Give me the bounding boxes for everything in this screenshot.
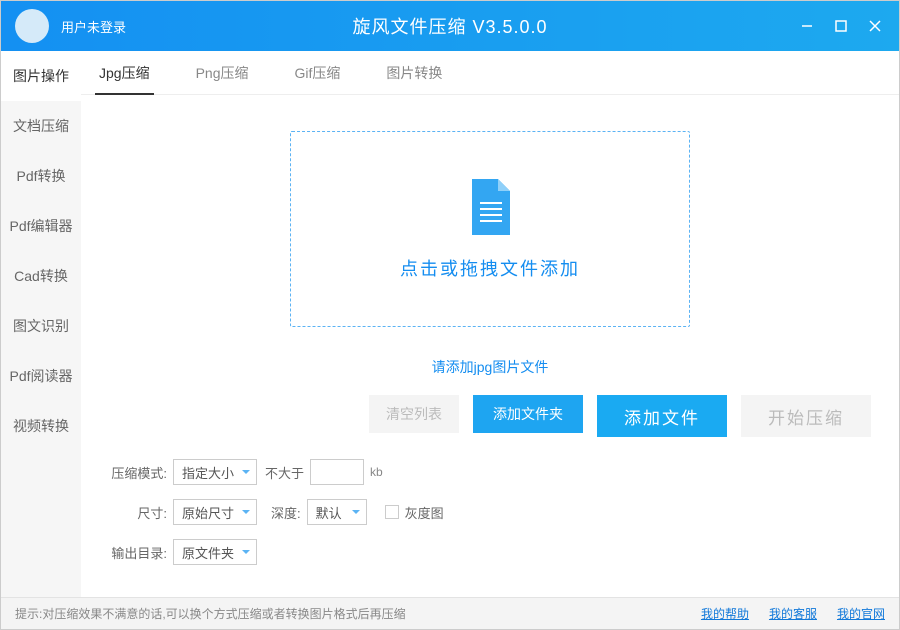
footer-links: 我的帮助 我的客服 我的官网	[701, 605, 885, 622]
add-file-button[interactable]: 添加文件	[597, 395, 727, 437]
lte-label: 不大于	[265, 463, 304, 482]
title-bar: 用户未登录 旋风文件压缩 V3.5.0.0	[1, 1, 899, 51]
maximize-button[interactable]	[833, 18, 849, 34]
size-unit: kb	[370, 465, 383, 479]
compress-controls: 压缩模式: 指定大小 不大于 kb 尺寸: 原始尺寸 深度: 默认 灰度图 输出…	[81, 437, 899, 565]
grayscale-checkbox[interactable]	[385, 505, 399, 519]
dropzone-text: 点击或拖拽文件添加	[400, 255, 580, 281]
tab-jpg-compress[interactable]: Jpg压缩	[99, 51, 150, 94]
avatar[interactable]	[15, 9, 49, 43]
sidebar: 图片操作 文档压缩 Pdf转换 Pdf编辑器 Cad转换 图文识别 Pdf阅读器…	[1, 51, 81, 597]
sidebar-item-image-ops[interactable]: 图片操作	[1, 51, 81, 101]
footer-bar: 提示:对压缩效果不满意的话,可以换个方式压缩或者转换图片格式后再压缩 我的帮助 …	[1, 597, 899, 629]
sidebar-item-doc-compress[interactable]: 文档压缩	[1, 101, 81, 151]
grayscale-label: 灰度图	[405, 503, 444, 522]
footer-website-link[interactable]: 我的官网	[837, 605, 885, 622]
tab-png-compress[interactable]: Png压缩	[196, 51, 249, 94]
add-file-hint: 请添加jpg图片文件	[81, 357, 899, 377]
sidebar-item-pdf-reader[interactable]: Pdf阅读器	[1, 351, 81, 401]
footer-tip: 提示:对压缩效果不满意的话,可以换个方式压缩或者转换图片格式后再压缩	[15, 605, 406, 622]
depth-label: 深度:	[271, 503, 301, 522]
size-select[interactable]: 原始尺寸	[173, 499, 257, 525]
sidebar-item-ocr[interactable]: 图文识别	[1, 301, 81, 351]
action-buttons: 清空列表 添加文件夹 添加文件 开始压缩	[81, 377, 899, 437]
output-label: 输出目录:	[99, 543, 167, 562]
close-button[interactable]	[867, 18, 883, 34]
sidebar-item-video-convert[interactable]: 视频转换	[1, 401, 81, 451]
login-status[interactable]: 用户未登录	[61, 17, 126, 36]
clear-list-button[interactable]: 清空列表	[369, 395, 459, 433]
main-panel: Jpg压缩 Png压缩 Gif压缩 图片转换 点击或拖拽文件添加 请添加jpg图…	[81, 51, 899, 597]
app-title: 旋风文件压缩 V3.5.0.0	[352, 13, 547, 39]
start-compress-button[interactable]: 开始压缩	[741, 395, 871, 437]
sidebar-item-cad-convert[interactable]: Cad转换	[1, 251, 81, 301]
size-label: 尺寸:	[99, 503, 167, 522]
file-icon	[466, 177, 514, 237]
max-size-input[interactable]	[310, 459, 364, 485]
sidebar-item-pdf-convert[interactable]: Pdf转换	[1, 151, 81, 201]
minimize-button[interactable]	[799, 18, 815, 34]
add-folder-button[interactable]: 添加文件夹	[473, 395, 583, 433]
mode-label: 压缩模式:	[99, 463, 167, 482]
output-select[interactable]: 原文件夹	[173, 539, 257, 565]
footer-support-link[interactable]: 我的客服	[769, 605, 817, 622]
file-dropzone[interactable]: 点击或拖拽文件添加	[290, 131, 690, 327]
sidebar-item-pdf-editor[interactable]: Pdf编辑器	[1, 201, 81, 251]
tab-bar: Jpg压缩 Png压缩 Gif压缩 图片转换	[81, 51, 899, 95]
window-controls	[799, 18, 899, 34]
footer-help-link[interactable]: 我的帮助	[701, 605, 749, 622]
tab-gif-compress[interactable]: Gif压缩	[295, 51, 341, 94]
mode-select[interactable]: 指定大小	[173, 459, 257, 485]
depth-select[interactable]: 默认	[307, 499, 367, 525]
tab-image-convert[interactable]: 图片转换	[386, 51, 442, 94]
